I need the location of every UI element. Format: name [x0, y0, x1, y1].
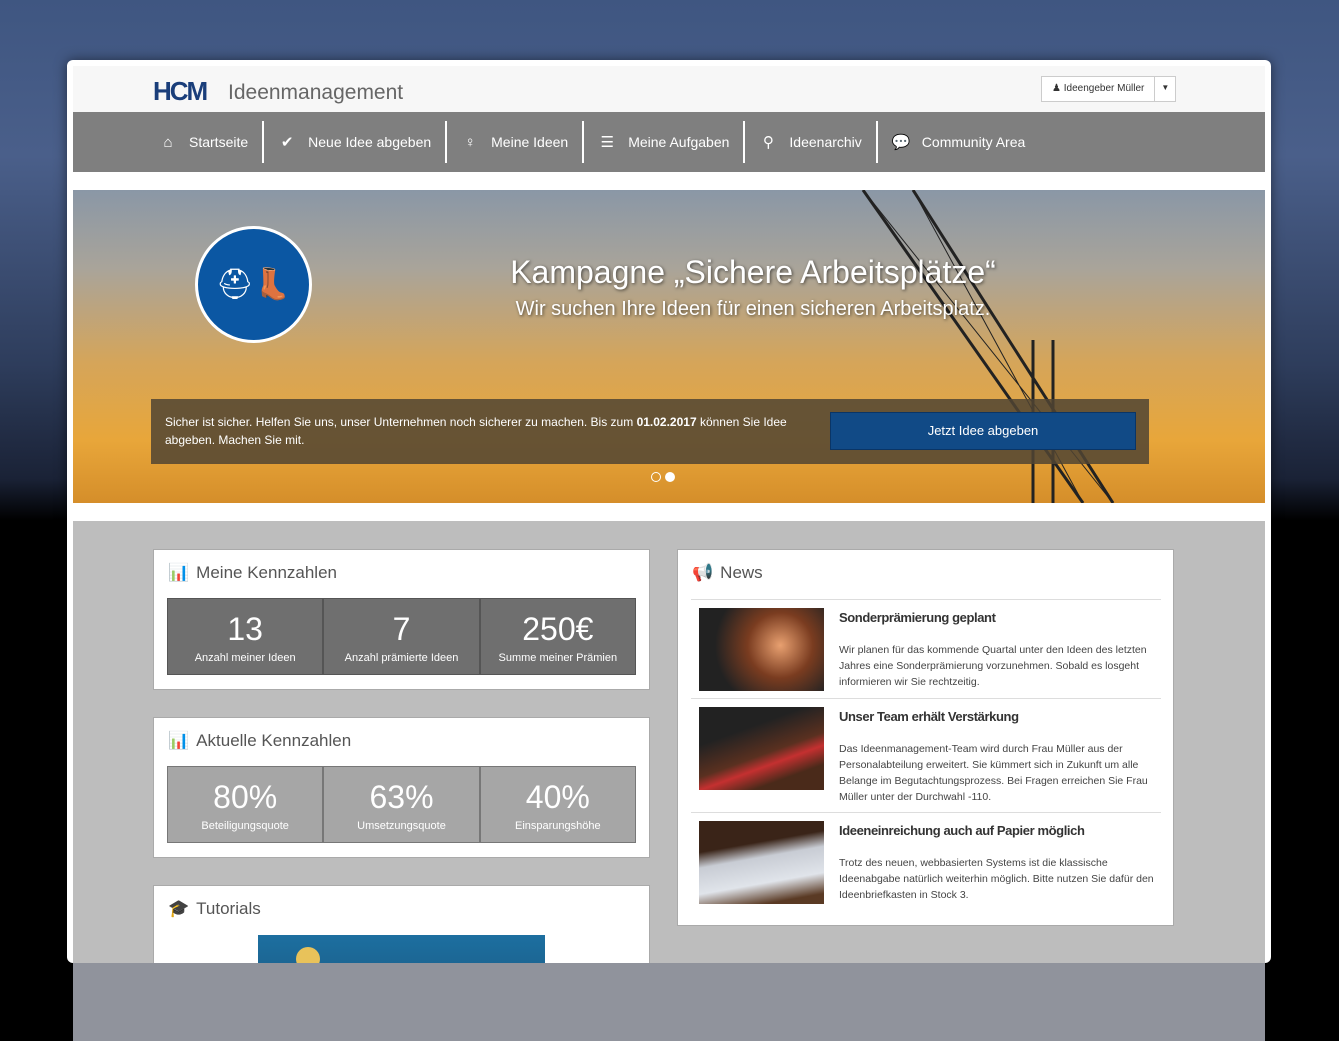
main-nav: ⌂ Startseite ✔ Neue Idee abgeben ♀ Meine Id…	[73, 112, 1265, 172]
stat-bonus: 250€ Summe meiner Prämien	[479, 598, 636, 675]
stat-label: Summe meiner Prämien	[498, 652, 618, 664]
nav-ideenarchiv[interactable]: ⚲ Ideenarchiv	[745, 121, 878, 163]
bar-chart-icon: 📊	[168, 563, 190, 582]
stat-value: 63%	[369, 779, 434, 815]
title-text: Tutorials	[196, 899, 261, 918]
banner-subtitle: Wir suchen Ihre Ideen für einen sicheren…	[515, 298, 991, 320]
safety-equipment-icon: ⛑👢	[195, 226, 312, 343]
news-body: Wir planen für das kommende Quartal unte…	[839, 644, 1147, 688]
nav-label: Meine Ideen	[491, 134, 569, 150]
stats-row: 13 Anzahl meiner Ideen 7 Anzahl prämierte …	[167, 598, 636, 675]
nav-startseite[interactable]: ⌂ Startseite	[145, 121, 265, 163]
stat-participation: 80% Beteiligungsquote	[167, 766, 324, 843]
check-icon: ✔	[280, 134, 294, 151]
nav-meine-ideen[interactable]: ♀ Meine Ideen	[447, 121, 585, 163]
panel-title: 🎓 Tutorials	[168, 899, 261, 919]
carousel-dot-2[interactable]	[665, 472, 675, 482]
user-menu[interactable]: ♟ Ideengeber Müller ▼	[1041, 76, 1177, 102]
news-item[interactable]: Ideeneinreichung auch auf Papier möglich…	[691, 812, 1161, 922]
stat-label: Umsetzungsquote	[357, 820, 446, 832]
news-title[interactable]: Ideeneinreichung auch auf Papier möglich	[839, 823, 1085, 838]
news-body: Das Ideenmanagement-Team wird durch Frau…	[839, 743, 1148, 803]
caption-date: 01.02.2017	[636, 415, 697, 429]
megaphone-icon: 📢	[692, 563, 714, 582]
news-image	[699, 821, 824, 904]
news-image	[699, 707, 824, 790]
stat-implementation: 63% Umsetzungsquote	[323, 766, 480, 843]
title-text: News	[720, 563, 763, 582]
carousel-dot-1[interactable]	[651, 472, 661, 482]
chevron-down-icon[interactable]: ▼	[1155, 77, 1175, 101]
news-title[interactable]: Unser Team erhält Verstärkung	[839, 709, 1019, 724]
news-item[interactable]: Unser Team erhält Verstärkung Das Ideenm…	[691, 698, 1161, 812]
current-stats-panel: 📊 Aktuelle Kennzahlen 80% Beteiligungsquot…	[153, 717, 650, 858]
nav-label: Community Area	[921, 134, 1026, 150]
nav-community[interactable]: 💬 Community Area	[878, 121, 1039, 163]
search-icon: ⚲	[762, 134, 774, 151]
tutorials-panel: 🎓 Tutorials	[153, 885, 650, 963]
stat-value: 250€	[522, 611, 594, 647]
news-item[interactable]: Sonderprämierung geplant Wir planen für …	[691, 599, 1161, 698]
panel-title: 📢 News	[692, 563, 763, 583]
nav-label: Neue Idee abgeben	[308, 134, 432, 150]
nav-label: Ideenarchiv	[789, 134, 862, 150]
app-title: Ideenmanagement	[228, 81, 404, 104]
stat-value: 13	[227, 611, 263, 647]
lightbulb-icon: ♀	[464, 133, 476, 151]
user-name: Ideengeber Müller	[1063, 83, 1145, 94]
nav-neue-idee[interactable]: ✔ Neue Idee abgeben	[264, 121, 448, 163]
panel-title: 📊 Meine Kennzahlen	[168, 563, 337, 583]
banner-title: Kampagne „Sichere Arbeitsplätze“	[510, 254, 996, 290]
carousel-indicators	[651, 472, 675, 482]
caption-pre: Sicher ist sicher. Helfen Sie uns, unser…	[165, 415, 637, 429]
my-stats-panel: 📊 Meine Kennzahlen 13 Anzahl meiner Ideen …	[153, 549, 650, 690]
stat-label: Anzahl prämierte Ideen	[344, 652, 459, 664]
header: HCM Ideenmanagement ♟ Ideengeber Müller …	[73, 66, 1265, 112]
home-icon: ⌂	[163, 133, 173, 151]
stat-label: Beteiligungsquote	[201, 820, 289, 832]
news-body: Trotz des neuen, webbasierten Systems is…	[839, 857, 1154, 901]
nav-meine-aufgaben[interactable]: ☰ Meine Aufgaben	[584, 121, 746, 163]
panel-title: 📊 Aktuelle Kennzahlen	[168, 731, 351, 751]
caption-text: Sicher ist sicher. Helfen Sie uns, unser…	[165, 413, 795, 449]
user-button[interactable]: ♟ Ideengeber Müller	[1042, 77, 1156, 101]
hcm-logo[interactable]: HCM	[153, 76, 208, 107]
stat-savings: 40% Einsparungshöhe	[479, 766, 636, 843]
submit-idea-button[interactable]: Jetzt Idee abgeben	[830, 412, 1136, 450]
title-text: Meine Kennzahlen	[196, 563, 337, 582]
bar-chart-icon: 📊	[168, 731, 190, 750]
stat-label: Anzahl meiner Ideen	[194, 652, 296, 664]
graduation-cap-icon: 🎓	[168, 899, 190, 918]
stat-value: 7	[392, 611, 411, 647]
nav-label: Meine Aufgaben	[628, 134, 730, 150]
stat-value: 80%	[213, 779, 278, 815]
stat-awarded: 7 Anzahl prämierte Ideen	[323, 598, 480, 675]
stat-value: 40%	[525, 779, 590, 815]
campaign-carousel: ⛑👢 Kampagne „Sichere Arbeitsplätze“ Wir …	[73, 190, 1265, 503]
app-window: HCM Ideenmanagement ♟ Ideengeber Müller …	[67, 60, 1271, 963]
comments-icon: 💬	[891, 134, 911, 151]
news-image	[699, 608, 824, 691]
list-icon: ☰	[600, 134, 614, 151]
stats-row: 80% Beteiligungsquote 63% Umsetzungsquote …	[167, 766, 636, 843]
dashboard: 📊 Meine Kennzahlen 13 Anzahl meiner Ideen …	[73, 521, 1265, 963]
news-panel: 📢 News Sonderprämierung geplant Wir plane…	[677, 549, 1174, 926]
nav-label: Startseite	[189, 134, 249, 150]
tutorial-video-thumbnail[interactable]	[258, 935, 545, 963]
title-text: Aktuelle Kennzahlen	[196, 731, 352, 750]
banner-caption: Sicher ist sicher. Helfen Sie uns, unser…	[151, 399, 1149, 464]
news-title[interactable]: Sonderprämierung geplant	[839, 610, 996, 625]
stat-label: Einsparungshöhe	[515, 820, 601, 832]
page-reflection	[73, 963, 1265, 1041]
stat-ideas: 13 Anzahl meiner Ideen	[167, 598, 324, 675]
